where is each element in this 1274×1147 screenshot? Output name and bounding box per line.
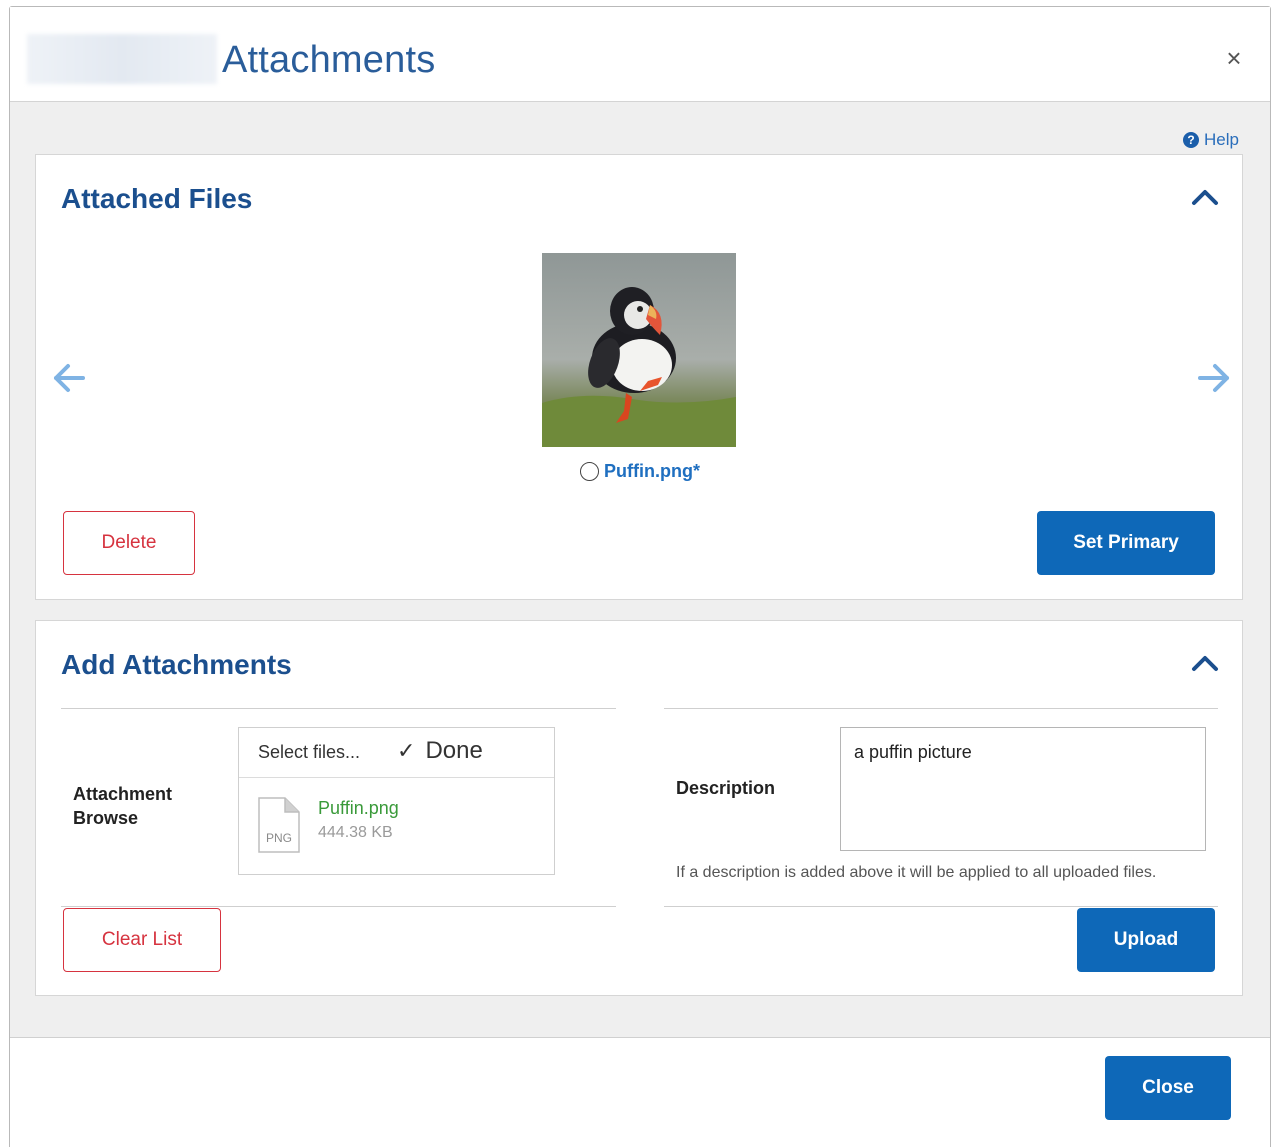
divider xyxy=(664,906,1218,907)
primary-radio[interactable] xyxy=(580,462,599,481)
chevron-up-icon[interactable] xyxy=(1188,185,1222,209)
divider xyxy=(61,708,616,709)
upload-button[interactable]: Upload xyxy=(1077,908,1215,972)
arrow-left-icon[interactable] xyxy=(50,360,90,396)
dialog-header: Attachments × xyxy=(10,7,1270,102)
description-field[interactable]: a puffin picture xyxy=(840,727,1206,851)
file-icon: PNG xyxy=(258,797,300,853)
dialog-body: ? Help Attached Files Puffin.png* Delete… xyxy=(10,102,1270,1038)
delete-button[interactable]: Delete xyxy=(63,511,195,575)
select-files-button[interactable]: Select files... xyxy=(258,742,360,763)
blurred-logo xyxy=(27,34,217,84)
upload-toolbar: Select files... ✓ Done xyxy=(239,728,554,778)
attachment-browse-label-line2: Browse xyxy=(73,808,139,828)
add-attachments-title: Add Attachments xyxy=(61,649,292,680)
help-icon: ? xyxy=(1183,132,1199,148)
add-attachments-panel: Add Attachments Attachment Browse Select… xyxy=(35,620,1243,996)
close-icon[interactable]: × xyxy=(1220,45,1248,73)
attached-file-link[interactable]: Puffin.png* xyxy=(604,461,700,482)
clear-list-button[interactable]: Clear List xyxy=(63,908,221,972)
arrow-right-icon[interactable] xyxy=(1193,360,1233,396)
uploaded-file-size: 444.38 KB xyxy=(318,824,393,841)
description-label: Description xyxy=(676,778,776,798)
attached-files-panel: Attached Files Puffin.png* Delete Set Pr… xyxy=(35,154,1243,600)
description-hint: If a description is added above it will … xyxy=(676,864,1157,881)
chevron-up-icon[interactable] xyxy=(1188,651,1222,675)
help-link[interactable]: ? Help xyxy=(1183,130,1239,150)
attachments-dialog: Attachments × ? Help Attached Files Puff… xyxy=(9,6,1271,1147)
dialog-title: Attachments xyxy=(222,39,436,81)
done-button[interactable]: ✓ Done xyxy=(397,737,483,765)
file-select: Puffin.png* xyxy=(580,461,700,482)
done-label: Done xyxy=(425,737,483,764)
close-button[interactable]: Close xyxy=(1105,1056,1231,1120)
attachment-browse-label-line1: Attachment xyxy=(73,784,173,804)
file-type-badge: PNG xyxy=(266,831,292,845)
help-label: Help xyxy=(1204,130,1239,149)
divider xyxy=(664,708,1218,709)
file-upload-widget: Select files... ✓ Done PNG Puffin.png 44… xyxy=(238,727,555,875)
set-primary-button[interactable]: Set Primary xyxy=(1037,511,1215,575)
attached-files-title: Attached Files xyxy=(61,183,253,214)
divider xyxy=(61,906,616,907)
uploaded-file-name: Puffin.png xyxy=(318,798,399,818)
attachment-thumbnail[interactable] xyxy=(542,253,736,447)
checkmark-icon: ✓ xyxy=(397,738,416,763)
attachment-browse-label: Attachment Browse xyxy=(73,782,172,830)
